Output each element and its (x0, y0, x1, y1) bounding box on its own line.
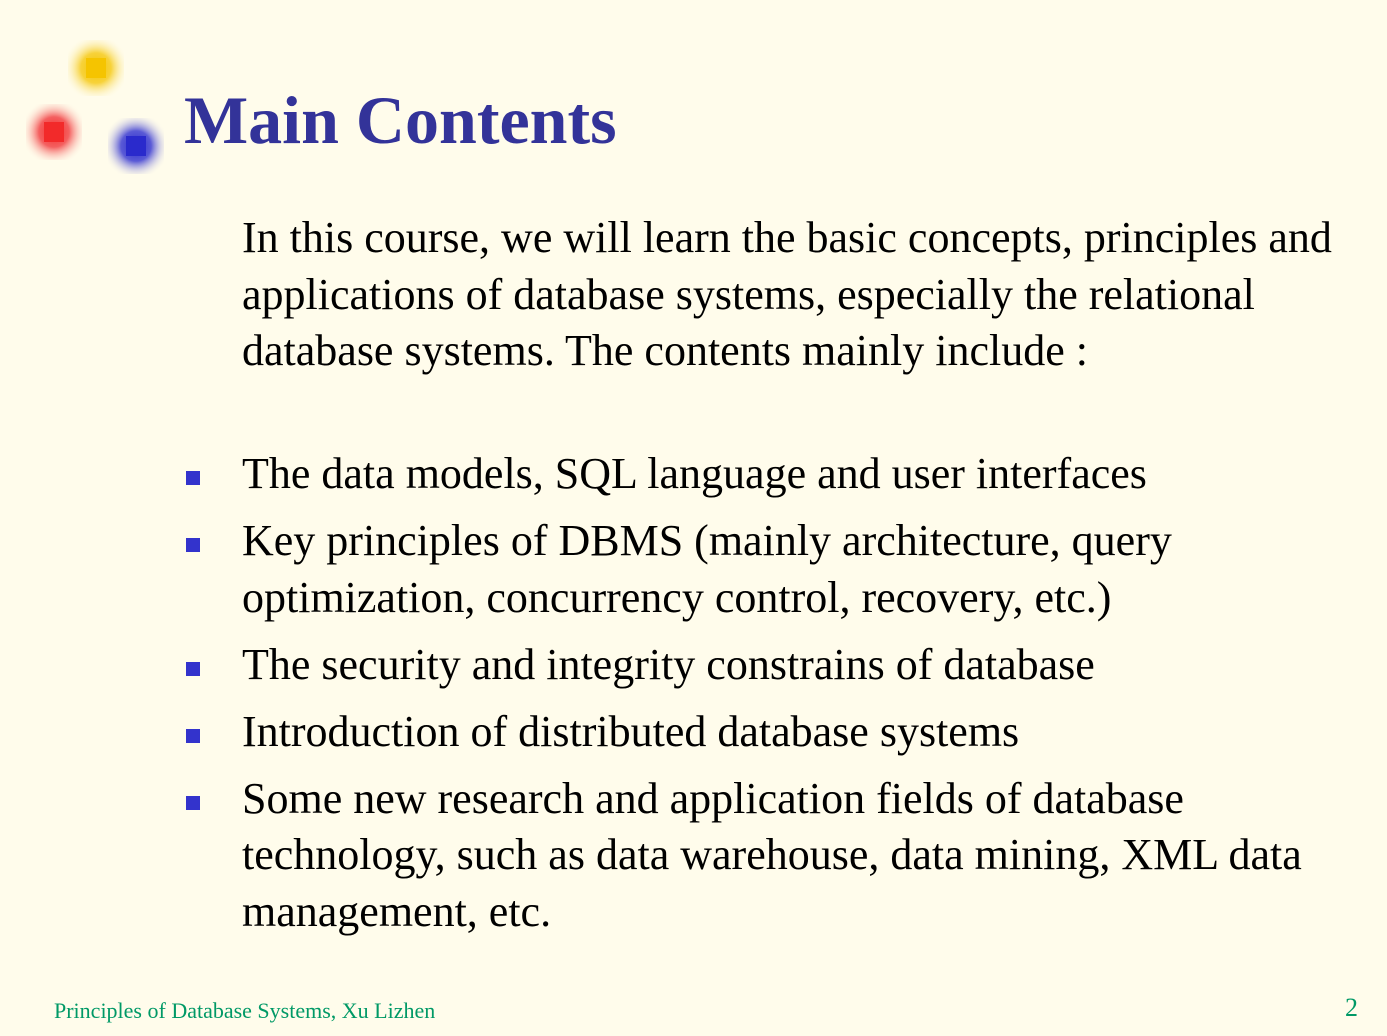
square-bullet-icon (186, 661, 200, 676)
bullet-text: Key principles of DBMS (mainly architect… (242, 516, 1172, 622)
bullet-text: Introduction of distributed database sys… (242, 706, 1020, 756)
list-item: Key principles of DBMS (mainly architect… (184, 513, 1364, 626)
blue-square-icon (108, 118, 164, 174)
bullet-text: The data models, SQL language and user i… (242, 449, 1147, 498)
list-item: Some new research and application fields… (184, 771, 1364, 941)
slide: Main Contents In this course, we will le… (0, 0, 1387, 1036)
bullet-text: The security and integrity constrains of… (242, 639, 1095, 689)
list-item: Introduction of distributed database sys… (184, 704, 1364, 761)
intro-paragraph: In this course, we will learn the basic … (242, 213, 1332, 375)
page-number: 2 (1345, 993, 1358, 1022)
content-bullet-list: The data models, SQL language and user i… (184, 446, 1364, 951)
bullet-text: Some new research and application fields… (242, 773, 1302, 936)
slide-title: Main Contents (184, 82, 617, 158)
square-bullet-icon (186, 728, 200, 743)
list-item: The data models, SQL language and user i… (184, 446, 1364, 503)
footer-course-credit: Principles of Database Systems, Xu Lizhe… (54, 998, 436, 1023)
yellow-square-icon (68, 40, 124, 96)
list-item: The security and integrity constrains of… (184, 637, 1364, 694)
square-bullet-icon (186, 795, 200, 810)
red-square-icon (26, 104, 82, 160)
square-bullet-icon (186, 538, 200, 552)
square-bullet-icon (186, 471, 200, 485)
